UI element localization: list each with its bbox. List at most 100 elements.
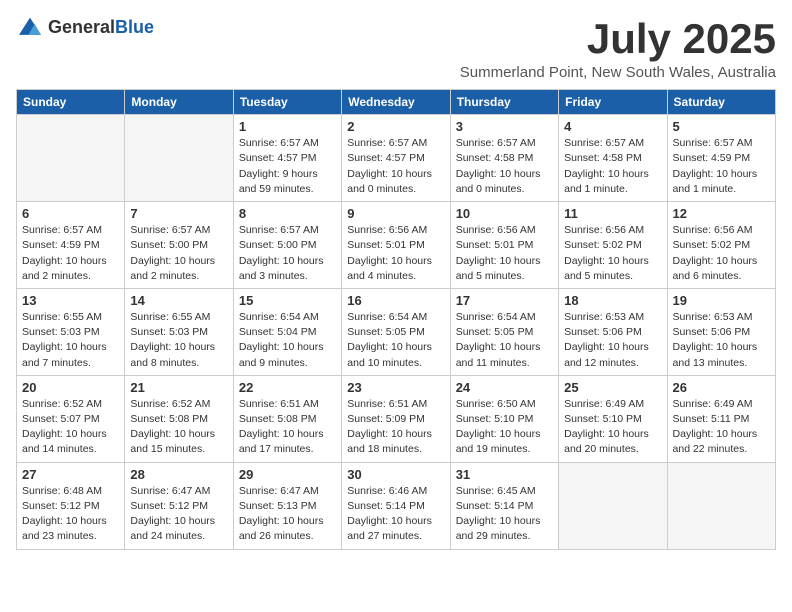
day-number: 26: [673, 380, 770, 395]
day-cell: 30 Sunrise: 6:46 AM Sunset: 5:14 PM Dayli…: [342, 462, 450, 549]
day-number: 15: [239, 293, 336, 308]
day-cell: 4 Sunrise: 6:57 AM Sunset: 4:58 PM Daylig…: [559, 115, 667, 202]
day-info: Sunrise: 6:52 AM Sunset: 5:07 PM Dayligh…: [22, 397, 119, 458]
week-row-3: 13 Sunrise: 6:55 AM Sunset: 5:03 PM Dayli…: [17, 288, 776, 375]
weekday-header-saturday: Saturday: [667, 90, 775, 115]
day-number: 17: [456, 293, 553, 308]
day-info: Sunrise: 6:57 AM Sunset: 4:58 PM Dayligh…: [456, 136, 553, 197]
weekday-header-sunday: Sunday: [17, 90, 125, 115]
logo-general: General: [48, 17, 115, 37]
day-cell: 7Sunrise: 6:57 AM Sunset: 5:00 PM Daylig…: [125, 202, 233, 289]
logo: GeneralBlue: [16, 16, 154, 38]
day-info: Sunrise: 6:50 AM Sunset: 5:10 PM Dayligh…: [456, 397, 553, 458]
week-row-4: 20 Sunrise: 6:52 AM Sunset: 5:07 PM Dayli…: [17, 375, 776, 462]
weekday-header-row: SundayMondayTuesdayWednesdayThursdayFrid…: [17, 90, 776, 115]
day-info: Sunrise: 6:54 AM Sunset: 5:04 PM Dayligh…: [239, 310, 336, 371]
day-info: Sunrise: 6:48 AM Sunset: 5:12 PM Dayligh…: [22, 484, 119, 545]
day-info: Sunrise: 6:47 AM Sunset: 5:13 PM Dayligh…: [239, 484, 336, 545]
day-number: 20: [22, 380, 119, 395]
day-number: 30: [347, 467, 444, 482]
day-number: 6: [22, 206, 119, 221]
day-cell: 15 Sunrise: 6:54 AM Sunset: 5:04 PM Dayli…: [233, 288, 341, 375]
day-info: Sunrise: 6:49 AM Sunset: 5:11 PM Dayligh…: [673, 397, 770, 458]
day-cell: 24 Sunrise: 6:50 AM Sunset: 5:10 PM Dayli…: [450, 375, 558, 462]
logo-text: GeneralBlue: [48, 17, 154, 38]
day-number: 19: [673, 293, 770, 308]
day-number: 21: [130, 380, 227, 395]
weekday-header-friday: Friday: [559, 90, 667, 115]
day-info: Sunrise: 6:55 AM Sunset: 5:03 PM Dayligh…: [22, 310, 119, 371]
day-info: Sunrise: 6:57 AM Sunset: 5:00 PM Dayligh…: [130, 223, 227, 284]
day-number: 22: [239, 380, 336, 395]
day-info: Sunrise: 6:45 AM Sunset: 5:14 PM Dayligh…: [456, 484, 553, 545]
day-info: Sunrise: 6:57 AM Sunset: 4:59 PM Dayligh…: [673, 136, 770, 197]
page-header: GeneralBlue July 2025 Summerland Point, …: [16, 16, 776, 81]
week-row-5: 27 Sunrise: 6:48 AM Sunset: 5:12 PM Dayli…: [17, 462, 776, 549]
day-cell: 10 Sunrise: 6:56 AM Sunset: 5:01 PM Dayli…: [450, 202, 558, 289]
day-number: 5: [673, 119, 770, 134]
day-number: 24: [456, 380, 553, 395]
logo-blue: Blue: [115, 17, 154, 37]
day-info: Sunrise: 6:57 AM Sunset: 4:57 PM Dayligh…: [239, 136, 336, 197]
day-number: 11: [564, 206, 661, 221]
day-info: Sunrise: 6:56 AM Sunset: 5:01 PM Dayligh…: [456, 223, 553, 284]
day-cell: 31Sunrise: 6:45 AM Sunset: 5:14 PM Dayli…: [450, 462, 558, 549]
day-info: Sunrise: 6:56 AM Sunset: 5:02 PM Dayligh…: [564, 223, 661, 284]
day-cell: 18 Sunrise: 6:53 AM Sunset: 5:06 PM Dayli…: [559, 288, 667, 375]
day-number: 10: [456, 206, 553, 221]
day-number: 14: [130, 293, 227, 308]
day-cell: 9 Sunrise: 6:56 AM Sunset: 5:01 PM Daylig…: [342, 202, 450, 289]
day-info: Sunrise: 6:51 AM Sunset: 5:08 PM Dayligh…: [239, 397, 336, 458]
day-cell: 16 Sunrise: 6:54 AM Sunset: 5:05 PM Dayli…: [342, 288, 450, 375]
day-number: 12: [673, 206, 770, 221]
day-cell: [559, 462, 667, 549]
day-info: Sunrise: 6:53 AM Sunset: 5:06 PM Dayligh…: [673, 310, 770, 371]
day-cell: 2 Sunrise: 6:57 AM Sunset: 4:57 PM Daylig…: [342, 115, 450, 202]
day-number: 16: [347, 293, 444, 308]
day-info: Sunrise: 6:57 AM Sunset: 5:00 PM Dayligh…: [239, 223, 336, 284]
day-number: 18: [564, 293, 661, 308]
location-title: Summerland Point, New South Wales, Austr…: [460, 64, 776, 81]
day-cell: 19 Sunrise: 6:53 AM Sunset: 5:06 PM Dayli…: [667, 288, 775, 375]
day-info: Sunrise: 6:53 AM Sunset: 5:06 PM Dayligh…: [564, 310, 661, 371]
day-number: 27: [22, 467, 119, 482]
day-cell: 27 Sunrise: 6:48 AM Sunset: 5:12 PM Dayli…: [17, 462, 125, 549]
day-number: 3: [456, 119, 553, 134]
weekday-header-thursday: Thursday: [450, 90, 558, 115]
day-cell: 3 Sunrise: 6:57 AM Sunset: 4:58 PM Daylig…: [450, 115, 558, 202]
day-cell: 14 Sunrise: 6:55 AM Sunset: 5:03 PM Dayli…: [125, 288, 233, 375]
week-row-1: 1 Sunrise: 6:57 AM Sunset: 4:57 PM Daylig…: [17, 115, 776, 202]
calendar-table: SundayMondayTuesdayWednesdayThursdayFrid…: [16, 89, 776, 549]
day-cell: 11 Sunrise: 6:56 AM Sunset: 5:02 PM Dayli…: [559, 202, 667, 289]
day-info: Sunrise: 6:51 AM Sunset: 5:09 PM Dayligh…: [347, 397, 444, 458]
day-number: 4: [564, 119, 661, 134]
day-info: Sunrise: 6:46 AM Sunset: 5:14 PM Dayligh…: [347, 484, 444, 545]
day-cell: 20 Sunrise: 6:52 AM Sunset: 5:07 PM Dayli…: [17, 375, 125, 462]
weekday-header-wednesday: Wednesday: [342, 90, 450, 115]
day-info: Sunrise: 6:55 AM Sunset: 5:03 PM Dayligh…: [130, 310, 227, 371]
day-info: Sunrise: 6:57 AM Sunset: 4:58 PM Dayligh…: [564, 136, 661, 197]
day-info: Sunrise: 6:54 AM Sunset: 5:05 PM Dayligh…: [347, 310, 444, 371]
day-cell: [667, 462, 775, 549]
day-number: 13: [22, 293, 119, 308]
day-cell: 29Sunrise: 6:47 AM Sunset: 5:13 PM Dayli…: [233, 462, 341, 549]
weekday-header-monday: Monday: [125, 90, 233, 115]
day-number: 25: [564, 380, 661, 395]
day-cell: 1 Sunrise: 6:57 AM Sunset: 4:57 PM Daylig…: [233, 115, 341, 202]
day-cell: [17, 115, 125, 202]
day-info: Sunrise: 6:56 AM Sunset: 5:01 PM Dayligh…: [347, 223, 444, 284]
title-block: July 2025 Summerland Point, New South Wa…: [460, 16, 776, 81]
month-title: July 2025: [460, 16, 776, 62]
day-cell: 13 Sunrise: 6:55 AM Sunset: 5:03 PM Dayli…: [17, 288, 125, 375]
day-number: 8: [239, 206, 336, 221]
day-number: 23: [347, 380, 444, 395]
day-number: 1: [239, 119, 336, 134]
day-cell: 22 Sunrise: 6:51 AM Sunset: 5:08 PM Dayli…: [233, 375, 341, 462]
day-cell: 23 Sunrise: 6:51 AM Sunset: 5:09 PM Dayli…: [342, 375, 450, 462]
day-info: Sunrise: 6:57 AM Sunset: 4:57 PM Dayligh…: [347, 136, 444, 197]
day-number: 28: [130, 467, 227, 482]
day-number: 2: [347, 119, 444, 134]
day-cell: 25 Sunrise: 6:49 AM Sunset: 5:10 PM Dayli…: [559, 375, 667, 462]
day-number: 9: [347, 206, 444, 221]
day-info: Sunrise: 6:49 AM Sunset: 5:10 PM Dayligh…: [564, 397, 661, 458]
